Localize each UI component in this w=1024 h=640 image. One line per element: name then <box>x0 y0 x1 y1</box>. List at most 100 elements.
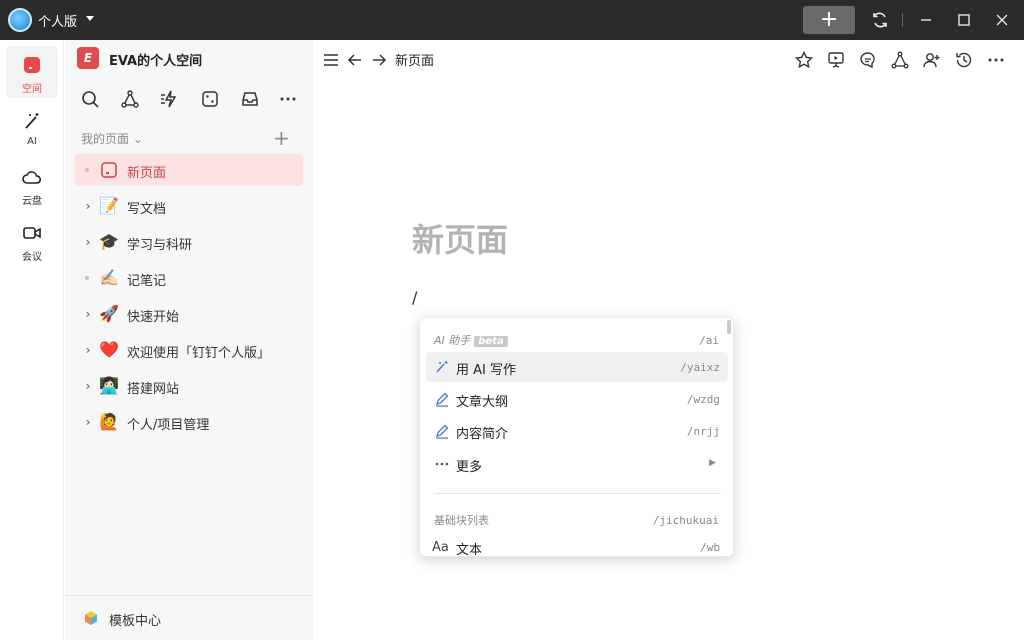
title-bar: 个人版 + <box>0 0 1024 40</box>
menu-icon[interactable] <box>321 50 341 70</box>
close-icon[interactable] <box>992 10 1012 30</box>
titlebar-divider <box>902 13 903 27</box>
sidebar-item-website[interactable]: › 👩🏻‍💻 搭建网站 <box>75 370 303 402</box>
breadcrumb[interactable]: 新页面 <box>395 50 434 69</box>
minimize-icon[interactable] <box>916 10 936 30</box>
sync-icon[interactable] <box>870 10 890 30</box>
app-name[interactable]: 个人版 <box>38 11 77 30</box>
menu-divider <box>434 493 721 494</box>
sidebar-item-label: 个人/项目管理 <box>127 418 210 433</box>
chevron-right-icon[interactable]: › <box>81 343 95 357</box>
sidebar-item-quick-start[interactable]: › 🚀 快速开始 <box>75 298 303 330</box>
more-icon <box>435 462 449 466</box>
menu-item-summary[interactable]: 内容简介 /nrjj <box>426 416 728 446</box>
template-center-button[interactable]: 模板中心 <box>65 595 313 640</box>
main-content: 新页面 新页面 / AI 助手 beta /ai 用 AI 写作 /yaixz 文… <box>313 40 1024 640</box>
bullet-dot <box>85 276 89 280</box>
search-icon[interactable] <box>79 88 101 110</box>
dice-icon[interactable] <box>199 88 221 110</box>
menu-scrollbar[interactable] <box>727 320 731 334</box>
space-logo[interactable]: E <box>77 47 99 69</box>
app-rail: 空间 AI 云盘 会议 <box>0 40 64 640</box>
more-icon[interactable] <box>986 50 1006 70</box>
menu-item-shortcut: /yaixz <box>680 361 720 374</box>
rail-item-ai[interactable]: AI <box>6 102 58 154</box>
present-icon[interactable] <box>826 50 846 70</box>
sidebar: E EVA的个人空间 我的页面 ⌄ + 新页面 › 📝 写文档 › 🎓 学习与科… <box>65 40 313 640</box>
sidebar-item-study[interactable]: › 🎓 学习与科研 <box>75 226 303 258</box>
sidebar-item-welcome[interactable]: › ❤️ 欢迎使用「钉钉个人版」 <box>75 334 303 366</box>
beta-badge: beta <box>474 336 508 347</box>
sidebar-item-write-doc[interactable]: › 📝 写文档 <box>75 190 303 222</box>
chevron-right-icon[interactable]: › <box>81 235 95 249</box>
menu-item-outline[interactable]: 文章大纲 /wzdg <box>426 384 728 414</box>
comment-icon[interactable] <box>858 50 878 70</box>
writing-hand-icon: ✍🏻 <box>99 268 119 287</box>
chevron-right-icon[interactable]: › <box>81 199 95 213</box>
text-icon: Aa <box>432 540 449 555</box>
menu-section-shortcut: /ai <box>699 334 719 347</box>
flash-icon[interactable] <box>159 88 181 110</box>
sidebar-item-project[interactable]: › 🙋 个人/项目管理 <box>75 406 303 438</box>
menu-item-text[interactable]: Aa 文本 /wb <box>426 532 728 557</box>
video-icon <box>23 227 41 239</box>
back-arrow-icon[interactable] <box>345 50 365 70</box>
technologist-icon: 👩🏻‍💻 <box>99 376 119 395</box>
slash-command-menu: AI 助手 beta /ai 用 AI 写作 /yaixz 文章大纲 /wzdg … <box>419 317 734 557</box>
rail-item-space[interactable]: 空间 <box>6 46 58 98</box>
page-icon <box>101 162 117 178</box>
menu-item-label: 用 AI 写作 <box>456 363 516 378</box>
rail-label: 会议 <box>22 252 42 263</box>
chevron-right-icon[interactable]: › <box>81 379 95 393</box>
section-title[interactable]: 我的页面 ⌄ <box>81 130 143 147</box>
magic-wand-icon <box>25 113 39 129</box>
menu-item-shortcut: /wzdg <box>686 393 720 406</box>
rail-item-cloud[interactable]: 云盘 <box>6 158 58 210</box>
page-title[interactable]: 新页面 <box>412 215 508 261</box>
menu-item-ai-write[interactable]: 用 AI 写作 /yaixz <box>426 352 728 382</box>
sidebar-item-label: 欢迎使用「钉钉个人版」 <box>127 346 271 361</box>
sidebar-item-label: 搭建网站 <box>127 382 180 397</box>
chevron-right-icon: ▶ <box>709 458 716 468</box>
cloud-icon <box>22 171 42 184</box>
avatar[interactable] <box>8 8 32 32</box>
new-button[interactable]: + <box>803 6 855 34</box>
sidebar-toolbar <box>77 88 307 110</box>
space-icon <box>24 57 40 73</box>
graph-icon[interactable] <box>119 88 141 110</box>
rail-label: 云盘 <box>22 196 42 207</box>
inbox-icon[interactable] <box>239 88 261 110</box>
magic-wand-icon <box>436 361 448 373</box>
menu-item-label: 文章大纲 <box>456 395 509 410</box>
menu-item-more[interactable]: 更多 ▶ <box>426 449 728 479</box>
chevron-down-icon[interactable] <box>86 16 94 21</box>
sidebar-item-notes[interactable]: ✍🏻 记笔记 <box>75 262 303 294</box>
sidebar-item-label: 快速开始 <box>127 310 180 325</box>
pencil-icon <box>436 392 449 407</box>
person-raising-hand-icon: 🙋 <box>99 412 119 431</box>
menu-item-shortcut: /nrjj <box>686 425 720 438</box>
sidebar-item-label: 新页面 <box>127 166 167 181</box>
graph-icon[interactable] <box>890 50 910 70</box>
menu-section-ai: AI 助手 beta <box>434 332 508 348</box>
rocket-icon: 🚀 <box>99 304 119 323</box>
add-page-button[interactable]: + <box>273 126 290 150</box>
graduation-cap-icon: 🎓 <box>99 232 119 251</box>
sidebar-item-new-page[interactable]: 新页面 <box>75 154 303 186</box>
chevron-right-icon[interactable]: › <box>81 307 95 321</box>
template-center-label: 模板中心 <box>109 614 162 629</box>
menu-section-basic: 基础块列表 <box>434 514 489 527</box>
more-icon[interactable] <box>277 88 299 110</box>
forward-arrow-icon[interactable] <box>369 50 389 70</box>
maximize-icon[interactable] <box>954 10 974 30</box>
space-name[interactable]: EVA的个人空间 <box>109 50 202 69</box>
chevron-right-icon[interactable]: › <box>81 415 95 429</box>
add-user-icon[interactable] <box>922 50 942 70</box>
menu-item-label: 更多 <box>456 460 483 475</box>
menu-item-label: 文本 <box>456 543 483 557</box>
star-icon[interactable] <box>794 50 814 70</box>
editor-slash-input[interactable]: / <box>412 288 417 307</box>
rail-item-meeting[interactable]: 会议 <box>6 214 58 266</box>
rail-label: 空间 <box>22 84 42 95</box>
history-icon[interactable] <box>954 50 974 70</box>
